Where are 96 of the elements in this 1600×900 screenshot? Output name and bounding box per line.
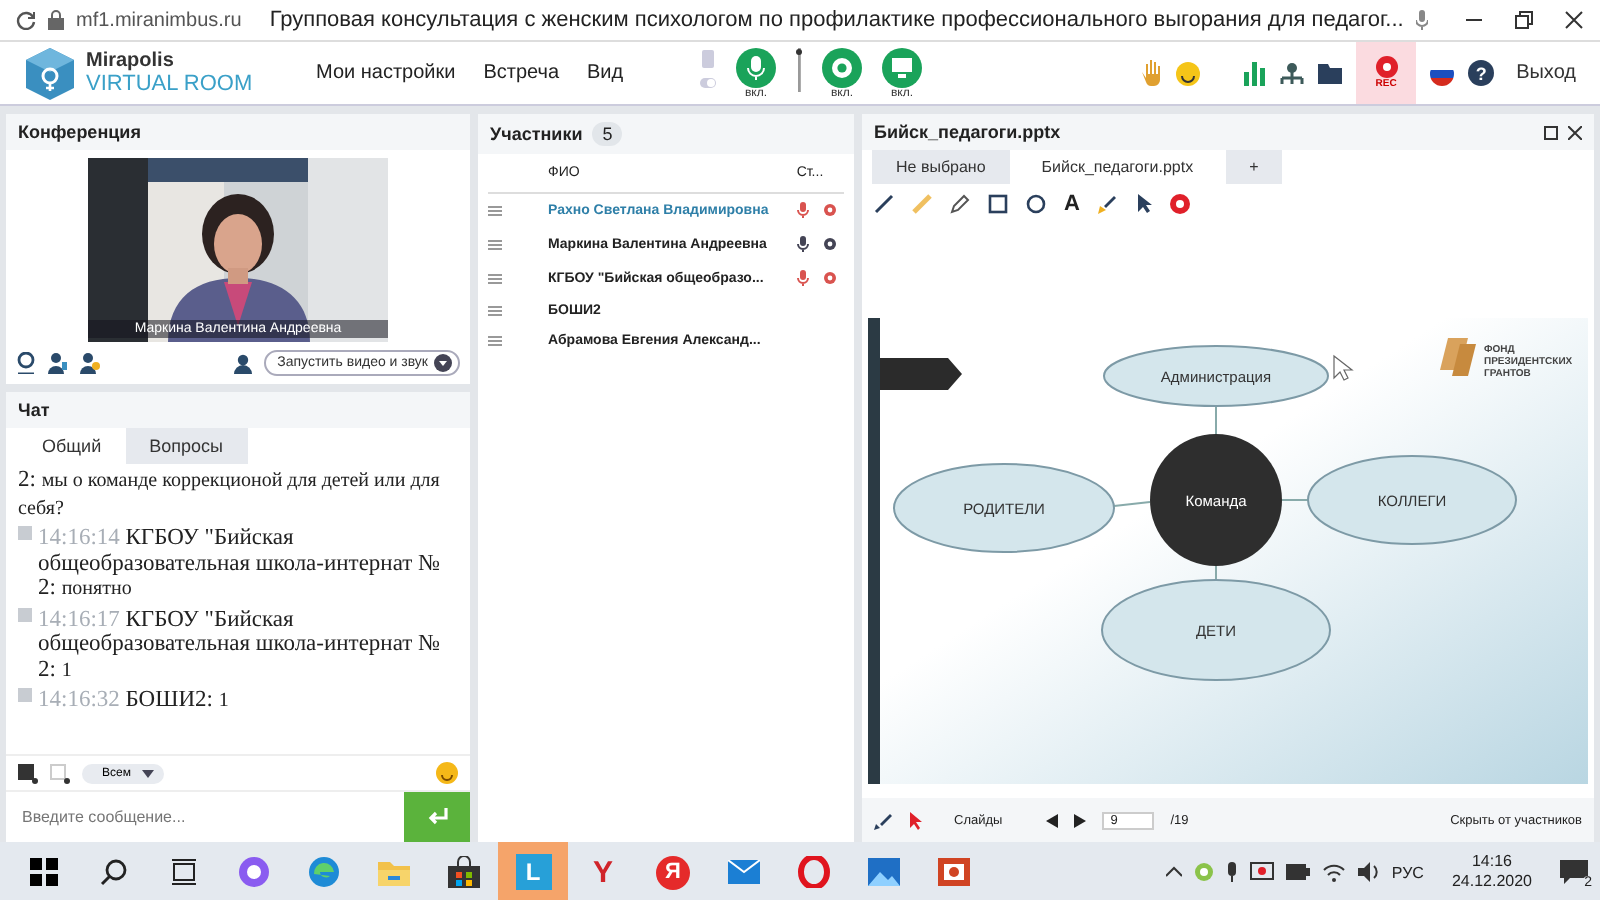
chevron-up-icon[interactable] (1165, 866, 1182, 878)
document-tab[interactable]: Не выбрано (872, 150, 1010, 184)
network-icon[interactable] (1280, 61, 1305, 85)
chat-message: 14:16:17 КГБОУ "Бийская общеобразовательная школа-интернат № 2: 1 (38, 607, 443, 684)
reload-icon[interactable] (16, 10, 36, 30)
wifi-icon[interactable] (1321, 862, 1346, 882)
smiley-icon[interactable] (436, 762, 458, 784)
previous-icon[interactable] (1046, 813, 1059, 827)
user-mic-icon[interactable] (48, 352, 68, 374)
browser-button[interactable]: Y (568, 842, 638, 900)
drag-handle-icon[interactable] (488, 306, 502, 316)
brush-icon[interactable] (874, 811, 892, 829)
microphone-icon[interactable] (1225, 862, 1238, 882)
ring-icon (237, 856, 269, 888)
toggle-switch-icon (700, 47, 716, 91)
webcam-settings-icon[interactable] (16, 352, 36, 374)
speaker-icon[interactable] (1357, 862, 1380, 882)
folder-icon (377, 858, 409, 886)
drag-handle-icon[interactable] (488, 206, 502, 216)
caret-icon (142, 769, 155, 777)
swirl-icon (307, 856, 339, 888)
language-indicator[interactable]: РУС (1391, 863, 1424, 881)
panel-title: Участники (490, 124, 583, 144)
notifications-icon[interactable] (1560, 860, 1588, 884)
envelope-icon (727, 860, 759, 884)
pencil-icon[interactable] (950, 194, 970, 214)
caret-icon (434, 354, 452, 372)
windows-icon (29, 858, 57, 886)
drag-handle-icon[interactable] (488, 274, 502, 284)
exit-button[interactable]: Выход (1508, 58, 1584, 88)
close-icon[interactable] (1564, 10, 1584, 30)
url-text: mf1.miranimbus.ru (76, 9, 242, 31)
pointer-icon[interactable] (1135, 194, 1152, 214)
restore-icon[interactable] (1514, 10, 1535, 30)
panel-title: Конференция (6, 114, 470, 150)
chat-message: 14:16:32 БОШИ2: 1 (38, 688, 229, 715)
clock[interactable]: 14:16 24.12.2020 (1451, 852, 1532, 892)
logo-subtitle: VIRTUAL ROOM (86, 71, 253, 95)
text-tool[interactable]: A (1064, 192, 1080, 216)
drag-handle-icon[interactable] (488, 240, 502, 250)
text-color-icon[interactable] (18, 763, 38, 783)
task-view-icon (169, 858, 197, 886)
level-bar-icon (796, 47, 802, 91)
connector-line (1113, 501, 1151, 507)
drag-handle-icon[interactable] (488, 336, 502, 346)
presentation-icon (937, 858, 969, 886)
panel-title: Бийск_педагоги.pptx (874, 122, 1061, 142)
screen-record-icon[interactable] (1249, 862, 1274, 882)
app-button[interactable]: Я (638, 842, 708, 900)
smiley-icon[interactable] (1176, 61, 1201, 85)
ring-icon (797, 856, 829, 888)
microphone-icon (736, 47, 776, 87)
brush-icon[interactable] (1097, 194, 1118, 214)
webcam-icon (822, 47, 862, 87)
enter-icon (427, 808, 447, 826)
close-icon[interactable] (1568, 125, 1582, 139)
pen-icon[interactable] (874, 194, 894, 214)
message-icon (18, 526, 32, 540)
chat-tab[interactable]: Вопросы (125, 428, 247, 464)
background-color-icon[interactable] (50, 763, 70, 783)
record-dot-icon (1375, 56, 1398, 78)
message-icon (18, 607, 32, 621)
logo-name: Mirapolis (86, 51, 176, 71)
chat-message: 2: мы о команде коррекционой для детей или для себя? (18, 468, 442, 522)
battery-icon[interactable] (1285, 864, 1310, 880)
arrow-tag-shape (880, 358, 962, 390)
circle-icon[interactable] (1026, 194, 1046, 214)
panel-title: Чат (6, 392, 470, 428)
stop-icon[interactable] (1169, 194, 1190, 214)
lock-icon (48, 10, 64, 30)
document-tab[interactable]: + (1225, 150, 1283, 184)
chat-message: 14:16:14 КГБОУ "Бийская общеобразовательная школа-интернат № 2: понятно (38, 526, 443, 603)
menu-item[interactable]: Вид (587, 62, 624, 84)
shopping-bag-icon (447, 856, 479, 888)
bar-chart-icon[interactable] (1244, 61, 1267, 85)
landscape-icon (867, 858, 899, 886)
pointer-icon[interactable] (908, 811, 922, 829)
monitor-icon (882, 47, 922, 87)
help-button[interactable]: ? (1468, 60, 1495, 86)
participant-count: 5 (592, 122, 623, 146)
maximize-icon[interactable] (1544, 125, 1558, 139)
user-star-icon[interactable] (80, 352, 100, 374)
rectangle-icon[interactable] (988, 194, 1008, 214)
page-title: Групповая консультация с женским психологом по профилактике профессионального выгорания для педагог... (269, 8, 1404, 32)
message-icon (18, 688, 32, 702)
next-icon[interactable] (1074, 813, 1087, 827)
connector-line (1215, 405, 1217, 435)
microphone-icon (1415, 10, 1428, 30)
user-icon (233, 353, 252, 373)
folder-icon[interactable] (1318, 63, 1343, 83)
menu-item[interactable]: Встреча (483, 62, 560, 84)
connector-line (1215, 565, 1217, 581)
connector-line (1281, 499, 1309, 501)
search-icon (99, 858, 127, 886)
mouse-cursor-icon (1333, 354, 1354, 381)
menu-item[interactable]: Мои настройки (316, 62, 456, 84)
